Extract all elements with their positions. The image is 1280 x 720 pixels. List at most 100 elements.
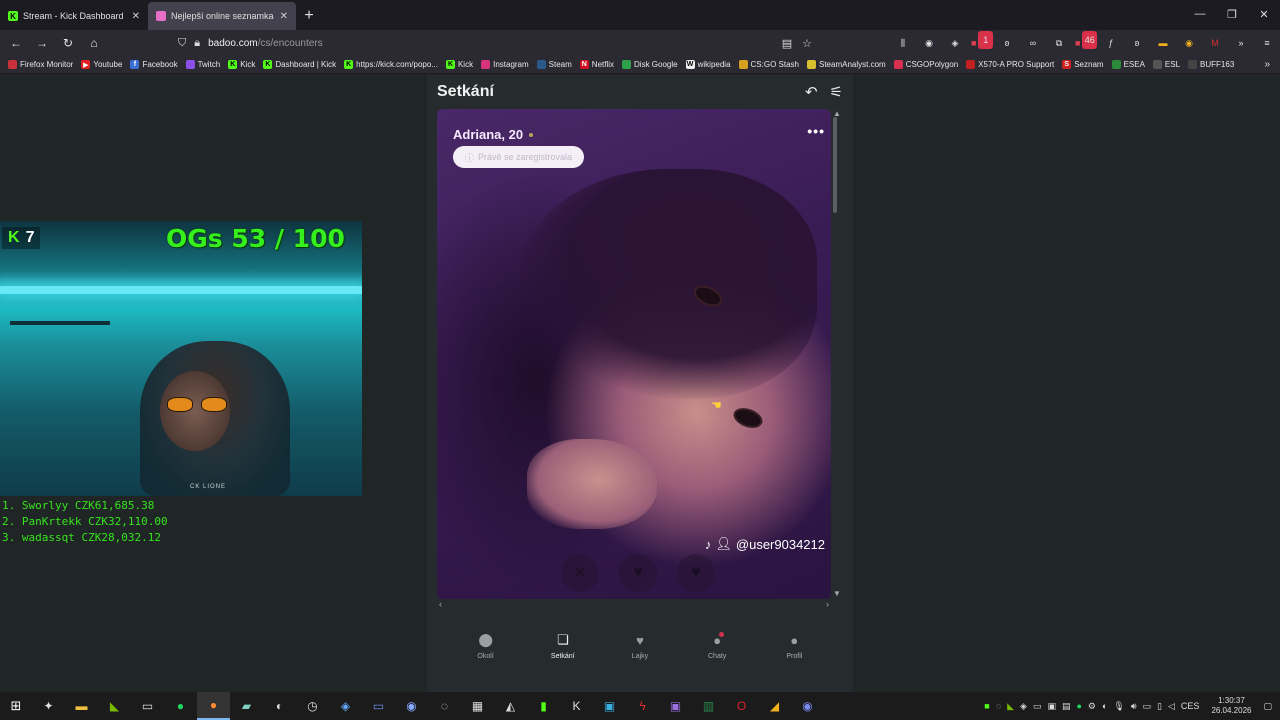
- notifications-icon[interactable]: ▢: [1263, 701, 1272, 712]
- volume-icon[interactable]: 🔊︎: [1131, 701, 1137, 712]
- crush-button[interactable]: ♥: [619, 554, 657, 592]
- bookmarks-overflow-icon[interactable]: »: [1264, 59, 1270, 70]
- overflow-chevron-icon[interactable]: »: [1231, 34, 1251, 52]
- tray-app-icon[interactable]: ▤: [1062, 701, 1071, 712]
- opera-icon[interactable]: O: [725, 692, 758, 720]
- bookmark[interactable]: Wwikipedia: [685, 60, 731, 69]
- app-icon[interactable]: ▮: [527, 692, 560, 720]
- scroll-up-icon[interactable]: ▲: [833, 109, 841, 118]
- close-tab-icon[interactable]: ✕: [280, 11, 288, 22]
- battery-icon[interactable]: ▯: [1157, 701, 1162, 712]
- tray-app-icon[interactable]: ◌: [996, 701, 1001, 711]
- bookmark[interactable]: K Kick: [445, 60, 473, 69]
- tray-app-icon[interactable]: ◣: [1007, 701, 1014, 712]
- bookmark[interactable]: CSGOPolygon: [893, 60, 958, 69]
- tab-badoo[interactable]: Nejlepší online seznamka zdarma ✕: [148, 2, 296, 30]
- puzzle-icon[interactable]: ⧉: [1049, 34, 1069, 52]
- bookmark[interactable]: ESEA: [1111, 60, 1145, 69]
- back-icon[interactable]: ←: [4, 32, 28, 54]
- bookmark[interactable]: ▶ Youtube: [81, 60, 122, 69]
- scroll-down-icon[interactable]: ▼: [833, 589, 841, 598]
- tray-app-icon[interactable]: ■: [984, 701, 989, 711]
- home-icon[interactable]: ⌂: [82, 32, 106, 54]
- app-icon[interactable]: ◉: [395, 692, 428, 720]
- close-tab-icon[interactable]: ✕: [132, 11, 140, 22]
- filter-settings-icon[interactable]: ⚟: [830, 83, 843, 101]
- extension-icon[interactable]: ʚ: [1127, 34, 1147, 52]
- previous-photo-icon[interactable]: ‹: [439, 599, 442, 609]
- reload-icon[interactable]: ↻: [56, 32, 80, 54]
- tab-kick-dashboard[interactable]: K Stream - Kick Dashboard ✕: [0, 2, 148, 30]
- steam-extension-icon[interactable]: ◈: [945, 34, 965, 52]
- script-extension-icon[interactable]: ƒ: [1101, 34, 1121, 52]
- extension-icon[interactable]: M: [1205, 34, 1225, 52]
- bookmark[interactable]: Instagram: [481, 60, 529, 69]
- extension-icon[interactable]: ◉: [1179, 34, 1199, 52]
- tray-app-icon[interactable]: ⚙: [1088, 701, 1096, 712]
- bookmark[interactable]: SteamAnalyst.com: [806, 60, 886, 69]
- menu-icon[interactable]: ≡: [1257, 34, 1277, 52]
- bookmark[interactable]: Firefox Monitor: [8, 60, 73, 69]
- honey-extension-icon[interactable]: ▬: [1153, 34, 1173, 52]
- start-icon[interactable]: ⊞: [0, 692, 32, 720]
- app-icon[interactable]: ◌: [428, 692, 461, 720]
- bookmark[interactable]: ESL: [1152, 60, 1180, 69]
- notifications-extension-icon[interactable]: ■ 46: [1075, 31, 1097, 52]
- bookmark[interactable]: CS:GO Stash: [738, 60, 799, 69]
- bookmark[interactable]: Twitch: [185, 60, 220, 69]
- terminal-icon[interactable]: ▭: [131, 692, 164, 720]
- bookmark[interactable]: Steam: [536, 60, 572, 69]
- app-icon[interactable]: ◐: [263, 692, 296, 720]
- tray-app-icon[interactable]: ▣: [1047, 701, 1056, 712]
- nav-okoli[interactable]: ⬤ Okolí: [456, 621, 516, 671]
- url-bar[interactable]: ⛉ 🔒︎ badoo.com/cs/encounters ▤ ☆: [178, 33, 818, 53]
- firefox-icon[interactable]: ●: [197, 692, 230, 720]
- app-icon[interactable]: ▰: [230, 692, 263, 720]
- profile-card[interactable]: Adriana, 20 ••• ⓘ Právě se zaregistroval…: [437, 109, 831, 599]
- nav-chaty[interactable]: ● Chaty: [687, 621, 747, 671]
- tray-spotify-icon[interactable]: ●: [1076, 701, 1081, 711]
- app-icon[interactable]: ϟ: [626, 692, 659, 720]
- clock[interactable]: 1:30:37 26.04.2026: [1211, 696, 1251, 716]
- reader-view-icon[interactable]: ▤: [782, 37, 792, 50]
- nav-setkani[interactable]: ❏ Setkání: [533, 621, 593, 671]
- calculator-icon[interactable]: ▦: [461, 692, 494, 720]
- app-icon[interactable]: ◢: [758, 692, 791, 720]
- kick-icon[interactable]: K: [560, 692, 593, 720]
- tracking-shield-icon[interactable]: ⛉: [178, 37, 186, 50]
- profile-name-age[interactable]: Adriana, 20: [453, 127, 534, 142]
- nvidia-icon[interactable]: ◣: [98, 692, 131, 720]
- app-icon[interactable]: ◭: [494, 692, 527, 720]
- widgets-icon[interactable]: ✦: [32, 692, 65, 720]
- file-explorer-icon[interactable]: ▬: [65, 692, 98, 720]
- bookmark[interactable]: S Seznam: [1062, 60, 1104, 69]
- glasses-extension-icon[interactable]: ∞: [1023, 34, 1043, 52]
- like-button[interactable]: ♥: [677, 554, 715, 592]
- account-icon[interactable]: ◉: [919, 34, 939, 52]
- monitor-icon[interactable]: ▭: [362, 692, 395, 720]
- extension-icon[interactable]: ʚ: [997, 34, 1017, 52]
- steam-icon[interactable]: ◈: [329, 692, 362, 720]
- restore-icon[interactable]: ❐: [1216, 0, 1248, 28]
- speaker-icon[interactable]: ◁: [1168, 701, 1175, 712]
- app-icon[interactable]: ▣: [593, 692, 626, 720]
- language-indicator[interactable]: CES: [1181, 701, 1200, 711]
- bookmark[interactable]: f Facebook: [130, 60, 178, 69]
- app-icon[interactable]: ▣: [659, 692, 692, 720]
- bookmark[interactable]: Khttps://kick.com/popo...: [344, 60, 438, 69]
- bookmark[interactable]: BUFF163: [1188, 60, 1234, 69]
- new-tab-button[interactable]: +: [296, 2, 322, 30]
- tray-app-icon[interactable]: ▭: [1033, 701, 1042, 712]
- nav-lajky[interactable]: ♥ Lajky: [610, 621, 670, 671]
- forward-icon[interactable]: →: [30, 32, 54, 54]
- scrollbar-thumb[interactable]: [833, 117, 837, 213]
- bookmark[interactable]: K Dashboard | Kick: [263, 60, 336, 69]
- next-photo-icon[interactable]: ›: [826, 599, 829, 609]
- tray-app-icon[interactable]: ◐: [1102, 701, 1107, 711]
- network-icon[interactable]: ▭: [1143, 701, 1152, 712]
- microphone-icon[interactable]: 🎙︎: [1113, 701, 1124, 712]
- bookmark[interactable]: N Netflix: [579, 60, 614, 69]
- undo-icon[interactable]: ↶: [805, 83, 818, 101]
- discord-icon[interactable]: ◉: [791, 692, 824, 720]
- bookmark[interactable]: K Kick: [228, 60, 255, 69]
